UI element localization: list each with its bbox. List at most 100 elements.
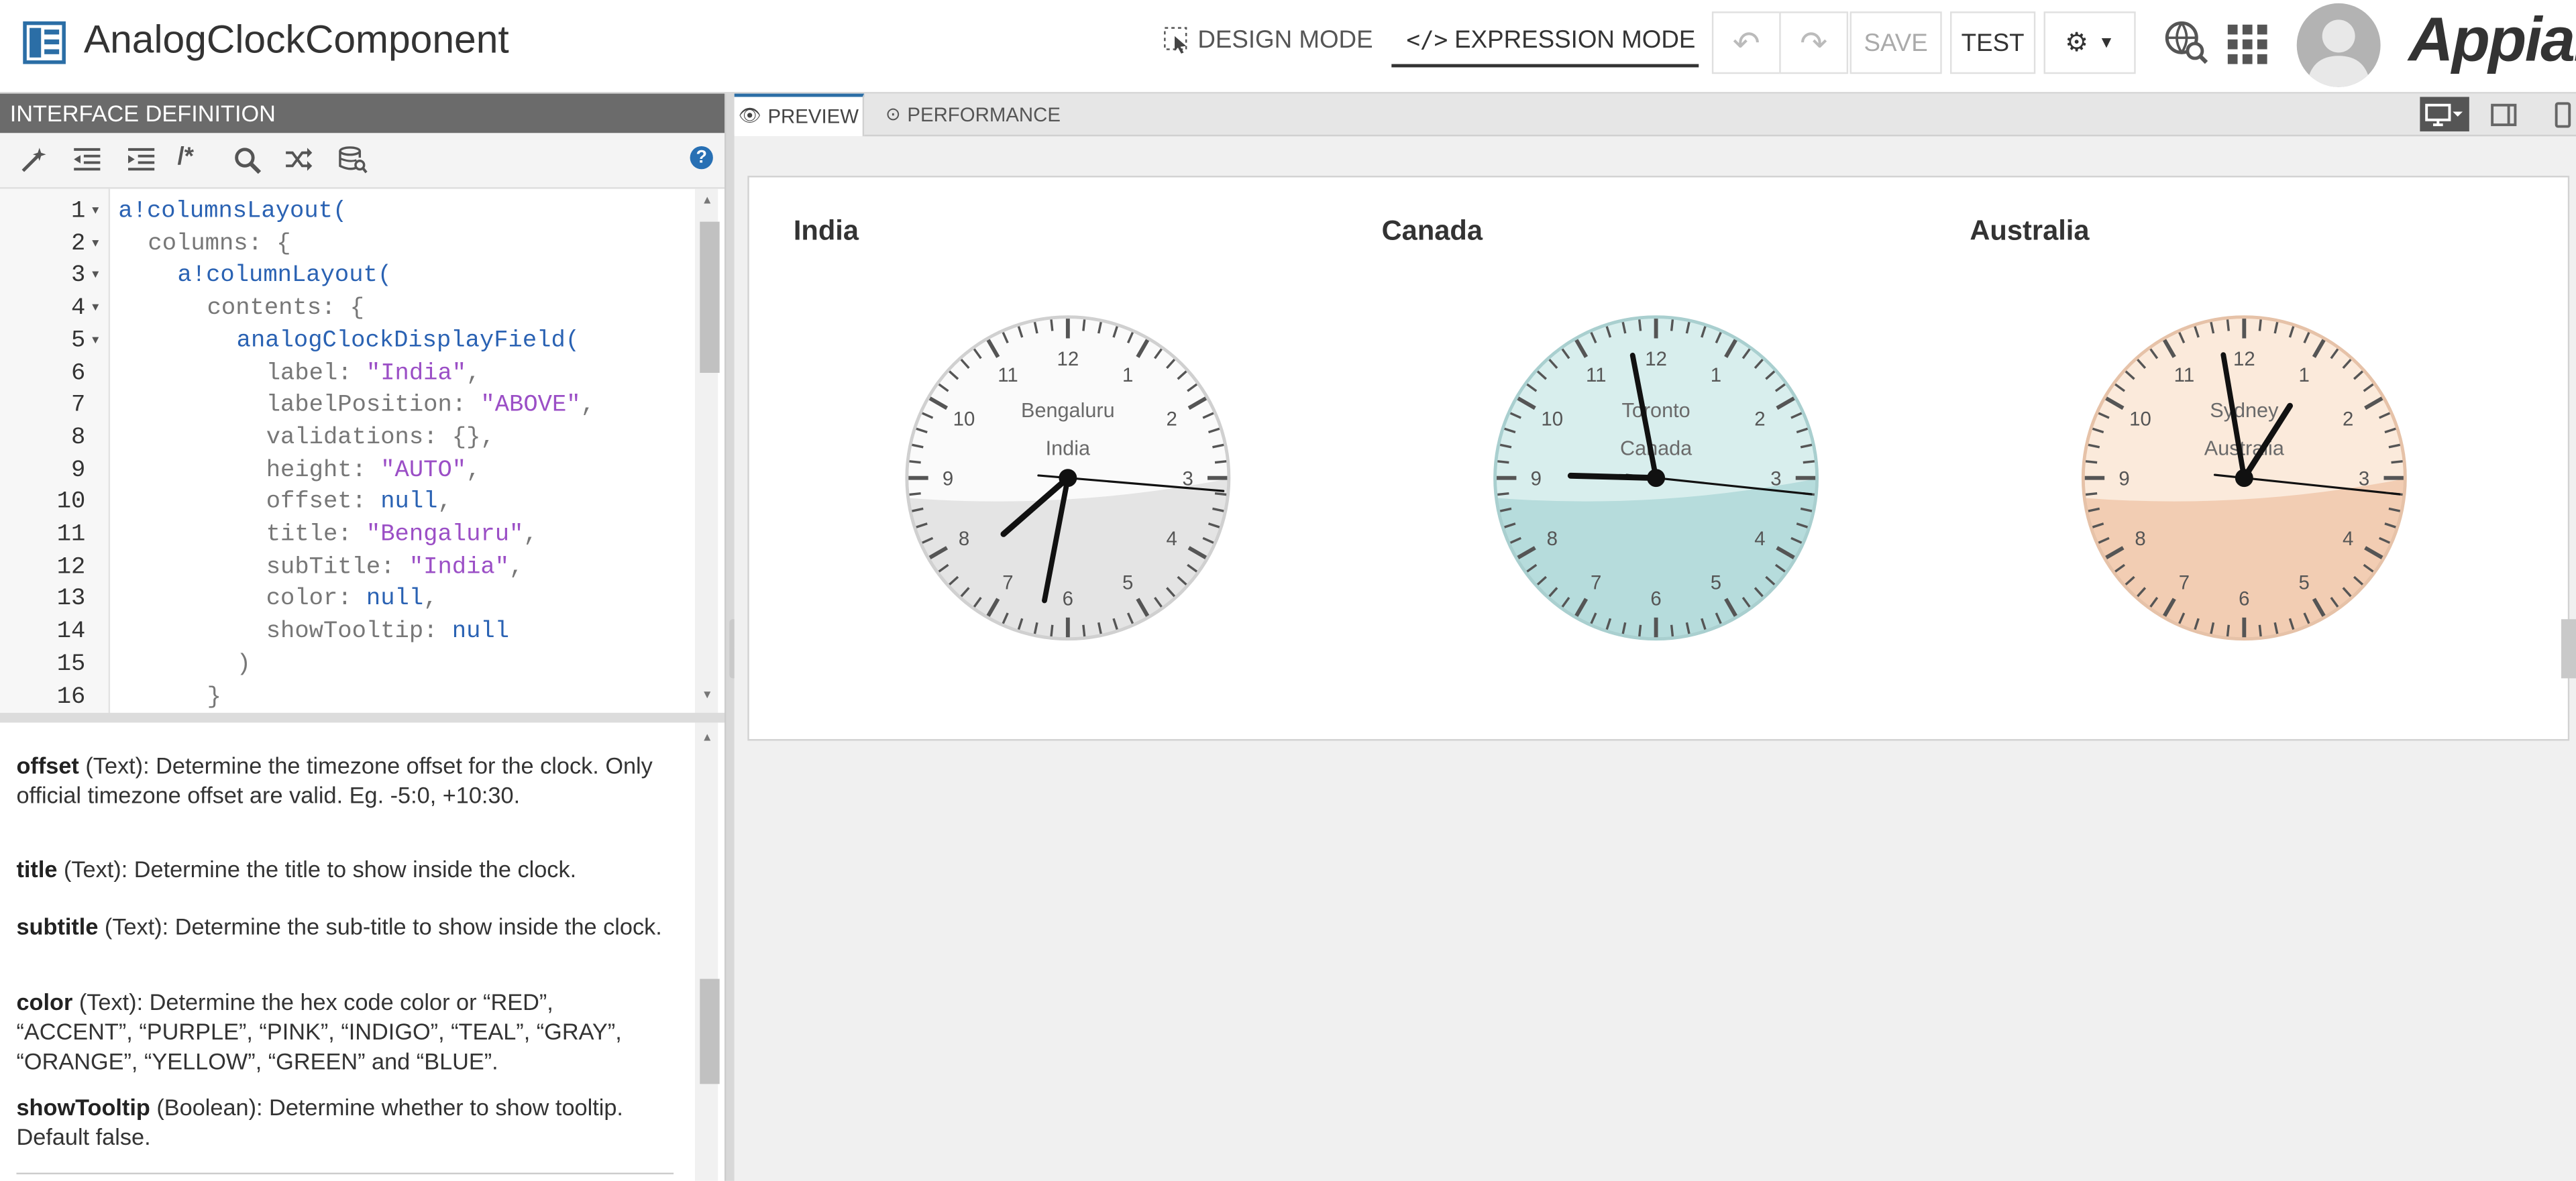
- phone-view-button[interactable]: [2538, 97, 2576, 131]
- code-token: a!columnLayout(: [177, 263, 392, 290]
- tab-preview[interactable]: 👁 PREVIEW: [734, 93, 865, 137]
- interface-definition-pane: INTERFACE DEFINITION /* ? 1 ▼ a!columnsL…: [0, 93, 727, 1181]
- redo-button[interactable]: ↷: [1779, 11, 1849, 74]
- clock-numeral: 5: [1711, 572, 1721, 594]
- app-grid-icon[interactable]: [2226, 23, 2269, 66]
- minute-tick: [2391, 460, 2403, 464]
- code-token: "Bengaluru": [366, 522, 524, 549]
- magic-wand-icon[interactable]: [19, 146, 48, 179]
- code-text: label: "India",: [266, 357, 481, 390]
- design-mode-icon: [1164, 27, 1187, 54]
- search-icon[interactable]: [233, 146, 262, 179]
- clock-numeral: 7: [2179, 572, 2190, 594]
- horizontal-splitter[interactable]: [0, 712, 725, 723]
- tab-preview-label: PREVIEW: [767, 105, 859, 129]
- undo-button[interactable]: ↶: [1711, 11, 1781, 74]
- editor-scrollbar-thumb[interactable]: [700, 221, 720, 373]
- code-token: }: [207, 684, 221, 711]
- code-token: showTooltip:: [266, 619, 452, 646]
- code-token: labelPosition:: [266, 392, 481, 419]
- divider: [16, 1172, 674, 1175]
- indent-icon[interactable]: [127, 146, 156, 178]
- code-text: a!columnLayout(: [177, 260, 392, 293]
- minute-tick: [1050, 319, 1054, 331]
- line-number: 14: [56, 619, 86, 646]
- clock-numeral: 6: [1063, 587, 1073, 610]
- clock-numeral: 4: [1754, 528, 1765, 550]
- clock-numeral: 2: [1167, 408, 1177, 430]
- minute-tick: [1497, 492, 1509, 496]
- clock-numeral: 8: [959, 528, 969, 550]
- docs-scrollbar[interactable]: [694, 722, 718, 1181]
- clock-numeral: 9: [2118, 468, 2129, 490]
- clock-numeral: 7: [1591, 572, 1601, 594]
- code-token: subTitle:: [266, 554, 409, 581]
- code-token: validations: {},: [266, 425, 495, 452]
- fold-arrow-icon[interactable]: ▼: [92, 195, 99, 228]
- code-token: label:: [266, 360, 366, 387]
- code-token: ,: [423, 587, 438, 614]
- tab-performance[interactable]: ⊙ PERFORMANCE: [885, 94, 1061, 135]
- clock-numeral: 1: [1711, 364, 1721, 386]
- design-mode-button[interactable]: DESIGN MODE: [1163, 26, 1373, 54]
- phone-icon: [2555, 101, 2571, 127]
- code-icon: </>: [1406, 27, 1448, 54]
- minute-tick: [909, 492, 921, 496]
- save-button[interactable]: SAVE: [1849, 11, 1942, 74]
- preview-canvas: India 1 2 3 4 5 6 7 8 9 10 11 12 Bengaluru India Canada…: [747, 176, 2570, 741]
- clock-numeral: 11: [998, 364, 1018, 386]
- clock-numeral: 12: [2233, 348, 2255, 370]
- desktop-view-button[interactable]: [2420, 97, 2469, 131]
- minute-tick: [2258, 624, 2262, 637]
- shuffle-icon[interactable]: [284, 146, 314, 178]
- line-number: 9: [71, 457, 86, 484]
- code-token: null: [366, 587, 424, 614]
- minute-tick: [1638, 624, 1642, 637]
- docs-scrollbar-thumb[interactable]: [700, 978, 720, 1084]
- fold-arrow-icon[interactable]: ▼: [92, 260, 99, 293]
- globe-search-icon[interactable]: [2163, 19, 2210, 66]
- fold-arrow-icon[interactable]: ▼: [92, 228, 99, 261]
- doc-entry: title (Text): Determine the title to sho…: [16, 854, 665, 883]
- minute-tick: [1497, 460, 1509, 464]
- outdent-icon[interactable]: [72, 146, 102, 178]
- clock-title: Bengaluru: [1021, 399, 1115, 422]
- minute-tick: [1670, 624, 1674, 637]
- docs-scroll-up-icon[interactable]: ▲: [702, 732, 713, 744]
- scroll-up-icon[interactable]: ▲: [702, 195, 713, 207]
- analog-clock: 123456789101112TorontoCanada: [1493, 315, 1819, 641]
- tablet-view-button[interactable]: [2479, 97, 2528, 131]
- clock-numeral: 2: [2343, 408, 2353, 430]
- code-editor[interactable]: 1 ▼ a!columnsLayout(2 ▼ columns: {3 ▼ a!column…: [0, 188, 725, 715]
- clock-numeral: 4: [1167, 528, 1177, 550]
- minute-tick: [1214, 492, 1227, 496]
- fold-arrow-icon[interactable]: ▼: [92, 292, 99, 325]
- comment-icon[interactable]: /*: [177, 143, 194, 171]
- help-icon[interactable]: ?: [690, 146, 713, 170]
- collapse-right-button[interactable]: [2561, 619, 2576, 679]
- scroll-down-icon[interactable]: ▼: [702, 690, 713, 701]
- avatar[interactable]: [2296, 3, 2381, 87]
- doc-term: title: [16, 855, 58, 883]
- clock-numeral: 10: [2129, 408, 2151, 430]
- db-search-icon[interactable]: [338, 146, 368, 179]
- code-token: "ABOVE": [480, 392, 581, 419]
- clock-field-label: Canada: [1381, 215, 1483, 247]
- code-token: a!columnsLayout(: [118, 199, 347, 225]
- code-text: subTitle: "India",: [266, 551, 524, 584]
- clock-numeral: 3: [1770, 468, 1781, 490]
- code-token: "AUTO": [380, 457, 467, 484]
- expression-mode-button[interactable]: </> EXPRESSION MODE: [1406, 26, 1695, 54]
- test-button[interactable]: TEST: [1949, 11, 2036, 74]
- doc-description: (Text): Determine the hex code color or …: [16, 989, 622, 1074]
- doc-term: subtitle: [16, 913, 99, 940]
- active-mode-indicator: [1391, 64, 1699, 68]
- code-text: validations: {},: [266, 422, 495, 455]
- settings-menu-button[interactable]: ⚙ ▼: [2043, 11, 2136, 74]
- clock-center-pin: [1647, 469, 1666, 488]
- fold-arrow-icon[interactable]: ▼: [92, 325, 99, 357]
- clock-numeral: 6: [2239, 587, 2249, 610]
- analog-clock: 123456789101112BengaluruIndia: [905, 315, 1231, 641]
- code-token: "India": [366, 360, 467, 387]
- chevron-down-icon: ▼: [2098, 34, 2115, 52]
